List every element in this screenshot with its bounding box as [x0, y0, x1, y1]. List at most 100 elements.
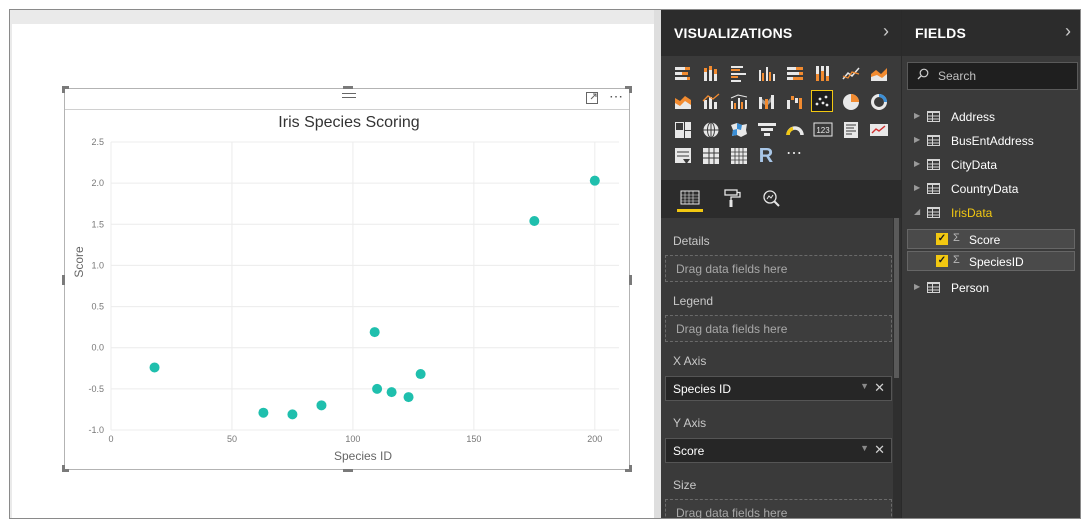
expand-arrow-icon[interactable]: ▶: [914, 159, 920, 168]
format-paint-roller-icon[interactable]: [719, 188, 745, 212]
table-name: CityData: [951, 158, 998, 172]
table-row-address[interactable]: ▶ Address: [902, 106, 1080, 128]
treemap-icon[interactable]: [671, 118, 693, 140]
checkbox-checked-icon[interactable]: ✓: [936, 255, 948, 267]
waterfall-chart-icon[interactable]: [783, 90, 805, 112]
field-search-box[interactable]: [907, 62, 1078, 90]
scatter-point: [415, 369, 426, 380]
donut-chart-icon[interactable]: [867, 90, 889, 112]
pie-chart-icon[interactable]: [839, 90, 861, 112]
matrix-icon[interactable]: [727, 144, 749, 166]
map-icon[interactable]: [699, 118, 721, 140]
y-tick-label: -1.0: [88, 425, 104, 435]
line-and-clustered-column-icon[interactable]: [727, 90, 749, 112]
remove-y-axis-field-icon[interactable]: ✕: [874, 442, 885, 458]
fields-tab-icon[interactable]: [677, 188, 703, 212]
visualizations-header: VISUALIZATIONS ›: [661, 10, 901, 56]
scatter-point: [386, 387, 397, 398]
field-row-speciesid[interactable]: ✓ Σ SpeciesID: [907, 251, 1075, 271]
scatter-point: [258, 407, 269, 418]
field-row-score[interactable]: ✓ Σ Score: [907, 229, 1075, 249]
analytics-magnifier-icon[interactable]: [759, 188, 785, 212]
resize-handle-left[interactable]: [62, 275, 65, 285]
100-stacked-bar-icon[interactable]: [783, 62, 805, 84]
area-chart-icon[interactable]: [867, 62, 889, 84]
multi-row-card-icon[interactable]: [839, 118, 861, 140]
gauge-icon[interactable]: [783, 118, 805, 140]
table-row-busentaddress[interactable]: ▶ BusEntAddress: [902, 130, 1080, 152]
more-visuals-icon[interactable]: ⋯: [783, 142, 805, 164]
100-stacked-column-icon[interactable]: [811, 62, 833, 84]
x-tick-label: 100: [345, 434, 360, 444]
slicer-icon[interactable]: [671, 144, 693, 166]
resize-handle-br-v[interactable]: [629, 465, 632, 472]
resize-handle-tr-v[interactable]: [629, 86, 632, 93]
chevron-down-icon[interactable]: ▼: [860, 381, 869, 391]
x-tick-label: 200: [587, 434, 602, 444]
expand-arrow-icon[interactable]: ▶: [914, 111, 920, 120]
line-chart-icon[interactable]: [839, 62, 861, 84]
ribbon-chart-icon[interactable]: [755, 90, 777, 112]
drag-grip-icon[interactable]: [342, 93, 356, 102]
legend-drop-zone[interactable]: Drag data fields here: [665, 315, 892, 342]
resize-handle-tl-v[interactable]: [62, 86, 65, 93]
table-icon[interactable]: [699, 144, 721, 166]
collapse-arrow-icon[interactable]: ◢: [914, 207, 920, 216]
scatter-chart-icon[interactable]: [811, 90, 833, 112]
clustered-bar-chart-icon[interactable]: [727, 62, 749, 84]
resize-handle-right[interactable]: [629, 275, 632, 285]
funnel-icon[interactable]: [755, 118, 777, 140]
stacked-bar-chart-icon[interactable]: [671, 62, 693, 84]
checkbox-checked-icon[interactable]: ✓: [936, 233, 948, 245]
size-drop-zone[interactable]: Drag data fields here: [665, 499, 892, 518]
canvas-scrollbar[interactable]: [654, 10, 661, 518]
table-icon: [927, 183, 940, 194]
report-page[interactable]: ⋯ Iris Species Scoring 2.5 2.0 1.5 1.0 0.5 0.0…: [12, 24, 654, 518]
x-axis-field-name: Species ID: [673, 382, 732, 396]
line-and-stacked-column-icon[interactable]: [699, 90, 721, 112]
y-tick-label: 1.0: [91, 260, 104, 270]
resize-handle-bl-v[interactable]: [62, 465, 65, 472]
scatter-point: [287, 409, 298, 420]
chevron-right-icon[interactable]: ›: [1065, 21, 1071, 41]
stacked-column-chart-icon[interactable]: [699, 62, 721, 84]
table-icon: [927, 135, 940, 146]
details-drop-zone[interactable]: Drag data fields here: [665, 255, 892, 282]
stacked-area-chart-icon[interactable]: [671, 90, 693, 112]
wells-scrollbar[interactable]: [893, 218, 901, 518]
table-row-countrydata[interactable]: ▶ CountryData: [902, 178, 1080, 200]
expand-arrow-icon[interactable]: ▶: [914, 183, 920, 192]
y-axis-label: Y Axis: [673, 416, 707, 430]
wells-scrollbar-thumb[interactable]: [894, 218, 899, 378]
table-icon: [927, 282, 940, 293]
search-input[interactable]: [938, 68, 1073, 84]
card-icon[interactable]: 123: [811, 118, 833, 140]
r-script-visual-icon[interactable]: R: [755, 144, 777, 167]
resize-handle-top[interactable]: [343, 86, 353, 89]
chevron-right-icon[interactable]: ›: [883, 21, 889, 41]
table-name: IrisData: [951, 206, 993, 220]
clustered-column-chart-icon[interactable]: [755, 62, 777, 84]
kpi-icon[interactable]: [867, 118, 889, 140]
sigma-icon: Σ: [953, 254, 960, 266]
y-axis-title: Score: [72, 246, 86, 278]
more-options-icon[interactable]: ⋯: [609, 89, 623, 104]
filled-map-icon[interactable]: [727, 118, 749, 140]
fields-header: FIELDS ›: [902, 10, 1080, 56]
x-axis-field-pill[interactable]: Species ID ▼ ✕: [665, 376, 892, 401]
chevron-down-icon[interactable]: ▼: [860, 443, 869, 453]
scatter-visual[interactable]: ⋯ Iris Species Scoring 2.5 2.0 1.5 1.0 0.5 0.0…: [62, 86, 632, 472]
resize-handle-bottom[interactable]: [343, 469, 353, 472]
table-name: CountryData: [951, 182, 1019, 196]
remove-x-axis-field-icon[interactable]: ✕: [874, 380, 885, 396]
scatter-point: [149, 362, 160, 373]
expand-arrow-icon[interactable]: ▶: [914, 282, 920, 291]
table-row-citydata[interactable]: ▶ CityData: [902, 154, 1080, 176]
visual-header[interactable]: ⋯: [65, 89, 629, 110]
expand-arrow-icon[interactable]: ▶: [914, 135, 920, 144]
y-axis-field-pill[interactable]: Score ▼ ✕: [665, 438, 892, 463]
focus-mode-icon[interactable]: [585, 91, 599, 108]
y-tick-label: 1.5: [91, 219, 104, 229]
table-row-irisdata[interactable]: ◢ IrisData: [902, 202, 1080, 224]
table-row-person[interactable]: ▶ Person: [902, 277, 1080, 299]
